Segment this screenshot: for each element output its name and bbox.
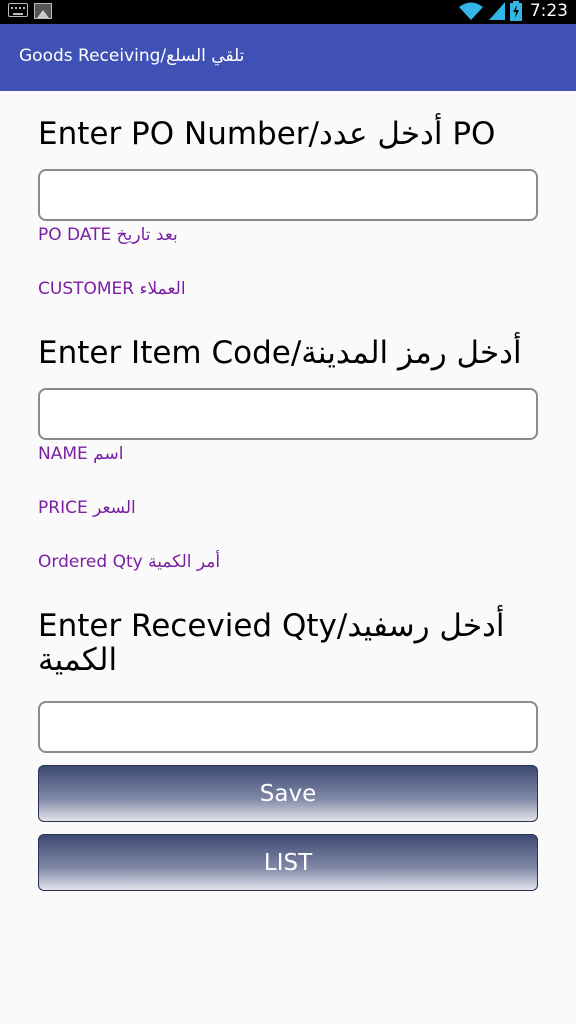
- app-title: Goods Receiving/تلقي السلع: [19, 46, 245, 66]
- po-date-label: PO DATE بعد تاريخ: [38, 225, 178, 245]
- list-button[interactable]: LIST: [38, 834, 538, 891]
- po-number-heading: Enter PO Number/أدخل عدد PO: [38, 116, 496, 152]
- item-code-input[interactable]: [38, 388, 538, 440]
- status-time: 7:23: [529, 1, 568, 21]
- status-bar: 7:23: [0, 0, 576, 24]
- image-icon: [34, 3, 52, 19]
- received-qty-heading: Enter Recevied Qty/أدخل رسفيد الكمية: [38, 608, 505, 678]
- status-left: [8, 3, 52, 19]
- save-button[interactable]: Save: [38, 765, 538, 822]
- app-bar: Goods Receiving/تلقي السلع: [0, 24, 576, 91]
- name-label: NAME اسم: [38, 444, 124, 464]
- battery-icon: [509, 1, 522, 21]
- item-code-heading: Enter Item Code/أدخل رمز المدينة: [38, 335, 522, 371]
- received-qty-input[interactable]: [38, 701, 538, 753]
- po-number-input[interactable]: [38, 169, 538, 221]
- wifi-icon: [458, 2, 483, 20]
- customer-label: CUSTOMER العملاء: [38, 279, 186, 299]
- keyboard-icon: [8, 3, 28, 17]
- signal-icon: [488, 2, 505, 20]
- ordered-qty-label: Ordered Qty أمر الكمية: [38, 552, 221, 572]
- status-right: 7:23: [458, 1, 568, 21]
- price-label: PRICE السعر: [38, 498, 136, 518]
